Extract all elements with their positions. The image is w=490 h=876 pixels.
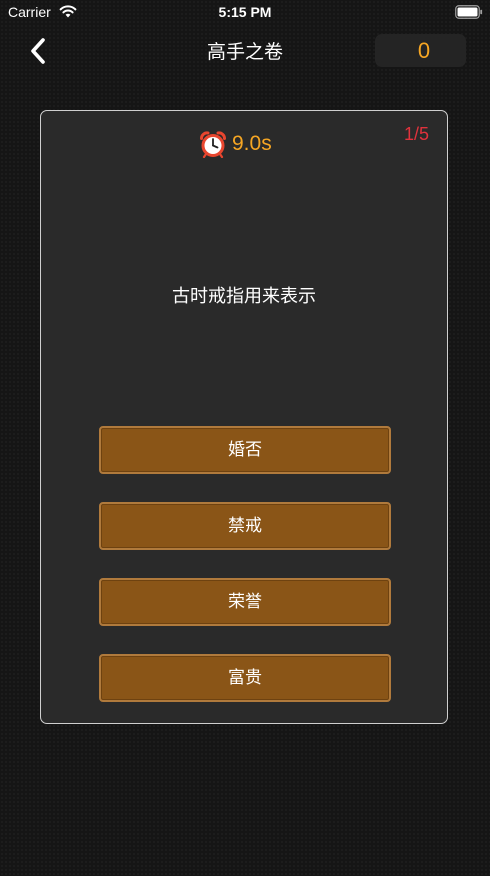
- answer-option-3[interactable]: 荣誉: [99, 578, 391, 626]
- question-progress: 1/5: [403, 124, 429, 144]
- status-bar: Carrier 5:15 PM: [0, 0, 490, 26]
- score-value: 0: [417, 38, 431, 63]
- question-text: 古时戒指用来表示: [172, 286, 316, 307]
- answer-options: 婚否 禁戒 荣誉 富贵: [99, 426, 391, 730]
- battery-icon: [455, 5, 483, 19]
- score-badge: 0: [375, 34, 466, 67]
- countdown-timer: 9.0s: [199, 129, 272, 159]
- clock-time: 5:15 PM: [218, 4, 272, 20]
- question-card: 9.0s 1/5 古时戒指用来表示 婚否 禁戒 荣誉 富贵: [40, 110, 448, 724]
- answer-option-2[interactable]: 禁戒: [99, 502, 391, 550]
- alarm-clock-icon: [200, 131, 226, 158]
- timer-value: 9.0s: [232, 132, 272, 155]
- nav-bar: 高手之卷 0: [0, 28, 490, 72]
- answer-option-4[interactable]: 富贵: [99, 654, 391, 702]
- answer-option-1[interactable]: 婚否: [99, 426, 391, 474]
